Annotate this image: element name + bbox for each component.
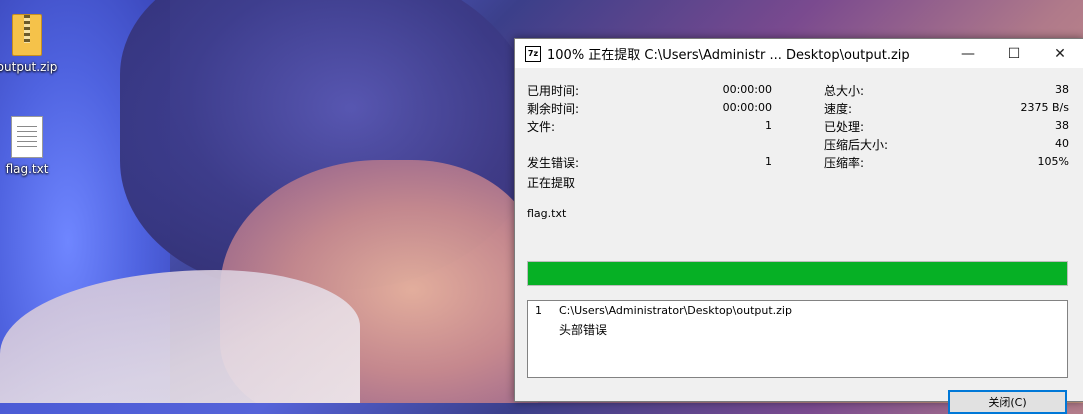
- error-list[interactable]: 1 C:\Users\Administrator\Desktop\output.…: [527, 300, 1068, 378]
- text-file-icon: [11, 116, 43, 158]
- 7zip-app-icon: 7z: [525, 45, 541, 62]
- compression-ratio-value: 105%: [1037, 155, 1069, 168]
- desktop-icon-flag-txt[interactable]: flag.txt: [0, 116, 62, 176]
- progress-bar-fill: [528, 262, 1067, 285]
- title-bar[interactable]: 7z 100% 正在提取 C:\Users\Administr ... Desk…: [515, 39, 1083, 68]
- error-number: 1: [535, 304, 542, 317]
- error-message: 头部错误: [559, 323, 608, 337]
- zip-folder-icon: [12, 14, 42, 56]
- dialog-content: 已用时间: 00:00:00 剩余时间: 00:00:00 文件: 1 发生错误…: [515, 68, 1083, 414]
- desktop-icon-output-zip[interactable]: output.zip: [0, 14, 62, 74]
- error-file-path: C:\Users\Administrator\Desktop\output.zi…: [559, 304, 792, 317]
- processed-label: 已处理:: [824, 120, 865, 134]
- desktop-icon-label: flag.txt: [5, 162, 49, 176]
- desktop-icon-label: output.zip: [0, 60, 58, 74]
- window-title: 100% 正在提取 C:\Users\Administr ... Desktop…: [547, 48, 910, 63]
- compressed-size-value: 40: [1055, 137, 1069, 150]
- close-button[interactable]: 关闭(C): [948, 390, 1067, 414]
- files-label: 文件:: [527, 120, 556, 134]
- errors-label: 发生错误:: [527, 156, 580, 170]
- operation-status: 正在提取: [527, 176, 576, 190]
- speed-label: 速度:: [824, 102, 853, 116]
- extract-progress-dialog: 7z 100% 正在提取 C:\Users\Administr ... Desk…: [514, 38, 1083, 414]
- remaining-time-label: 剩余时间:: [527, 102, 580, 116]
- processed-value: 38: [1055, 119, 1069, 132]
- compression-ratio-label: 压缩率:: [824, 156, 865, 170]
- remaining-time-value: 00:00:00: [722, 101, 772, 114]
- close-window-button[interactable]: ✕: [1037, 39, 1083, 68]
- progress-bar: [527, 261, 1068, 286]
- current-file-name: flag.txt: [527, 207, 567, 220]
- minimize-button[interactable]: —: [945, 39, 991, 68]
- elapsed-time-label: 已用时间:: [527, 84, 580, 98]
- maximize-button[interactable]: ☐: [991, 39, 1037, 68]
- files-value: 1: [765, 119, 772, 132]
- compressed-size-label: 压缩后大小:: [824, 138, 889, 152]
- total-size-value: 38: [1055, 83, 1069, 96]
- errors-value: 1: [765, 155, 772, 168]
- elapsed-time-value: 00:00:00: [722, 83, 772, 96]
- total-size-label: 总大小:: [824, 84, 865, 98]
- speed-value: 2375 B/s: [1020, 101, 1069, 114]
